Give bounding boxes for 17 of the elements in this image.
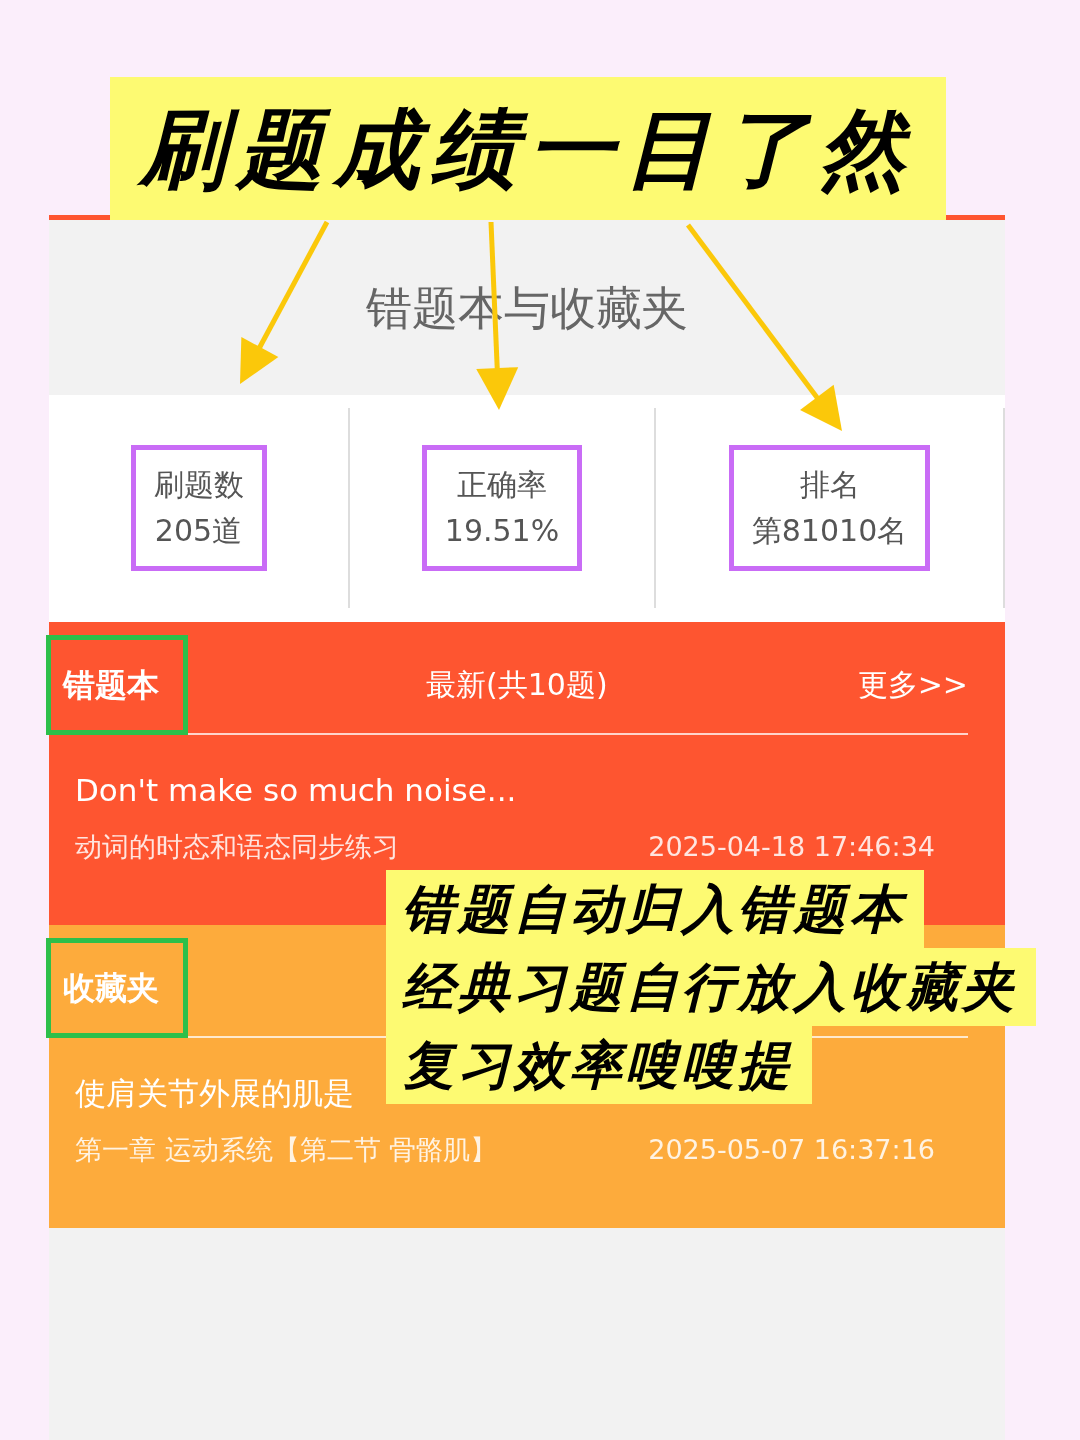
timestamp: 2025-05-07 16:37:16 <box>648 1133 935 1167</box>
stat-label: 正确率 <box>456 466 548 504</box>
question-text: 使肩关节外展的肌是 <box>75 1074 354 1113</box>
question-text: Don't make so much noise... <box>75 771 517 810</box>
section-subtitle: 最新(共10题) <box>426 665 608 704</box>
stat-value: 19.51% <box>444 512 560 550</box>
section-title: 错题本 <box>63 665 159 705</box>
stat-value: 第81010名 <box>751 512 908 550</box>
question-source: 动词的时态和语态同步练习 <box>75 830 399 864</box>
timestamp: 2025-04-18 17:46:34 <box>648 830 935 864</box>
stat-value: 205道 <box>153 512 244 550</box>
headline: 刷题成绩一目了然 <box>110 77 946 220</box>
section-title: 收藏夹 <box>63 968 159 1008</box>
stat-label: 排名 <box>798 466 861 504</box>
stat-label: 刷题数 <box>153 466 244 504</box>
more-link[interactable]: 更多>> <box>857 661 968 707</box>
question-source: 第一章 运动系统【第二节 骨骼肌】 <box>75 1133 498 1167</box>
